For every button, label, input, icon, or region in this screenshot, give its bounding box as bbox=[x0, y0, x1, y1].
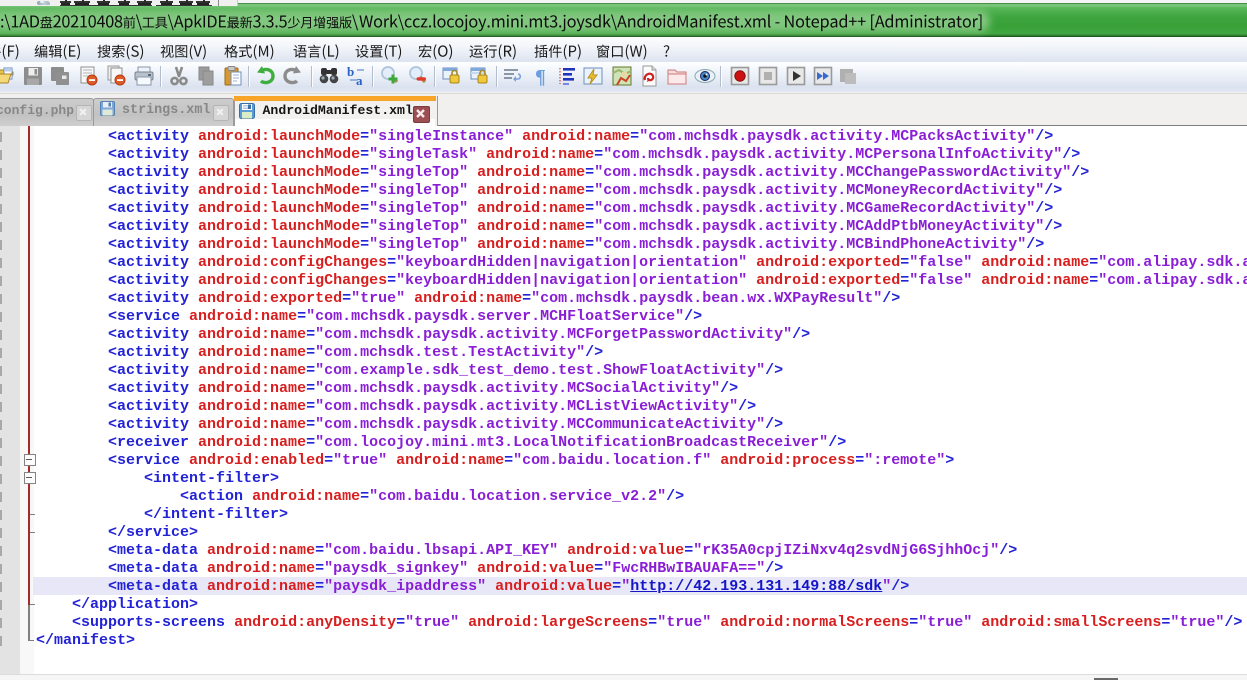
svg-text:¶: ¶ bbox=[535, 66, 546, 88]
svg-text:b: b bbox=[347, 64, 354, 79]
svg-text:a: a bbox=[356, 73, 363, 88]
